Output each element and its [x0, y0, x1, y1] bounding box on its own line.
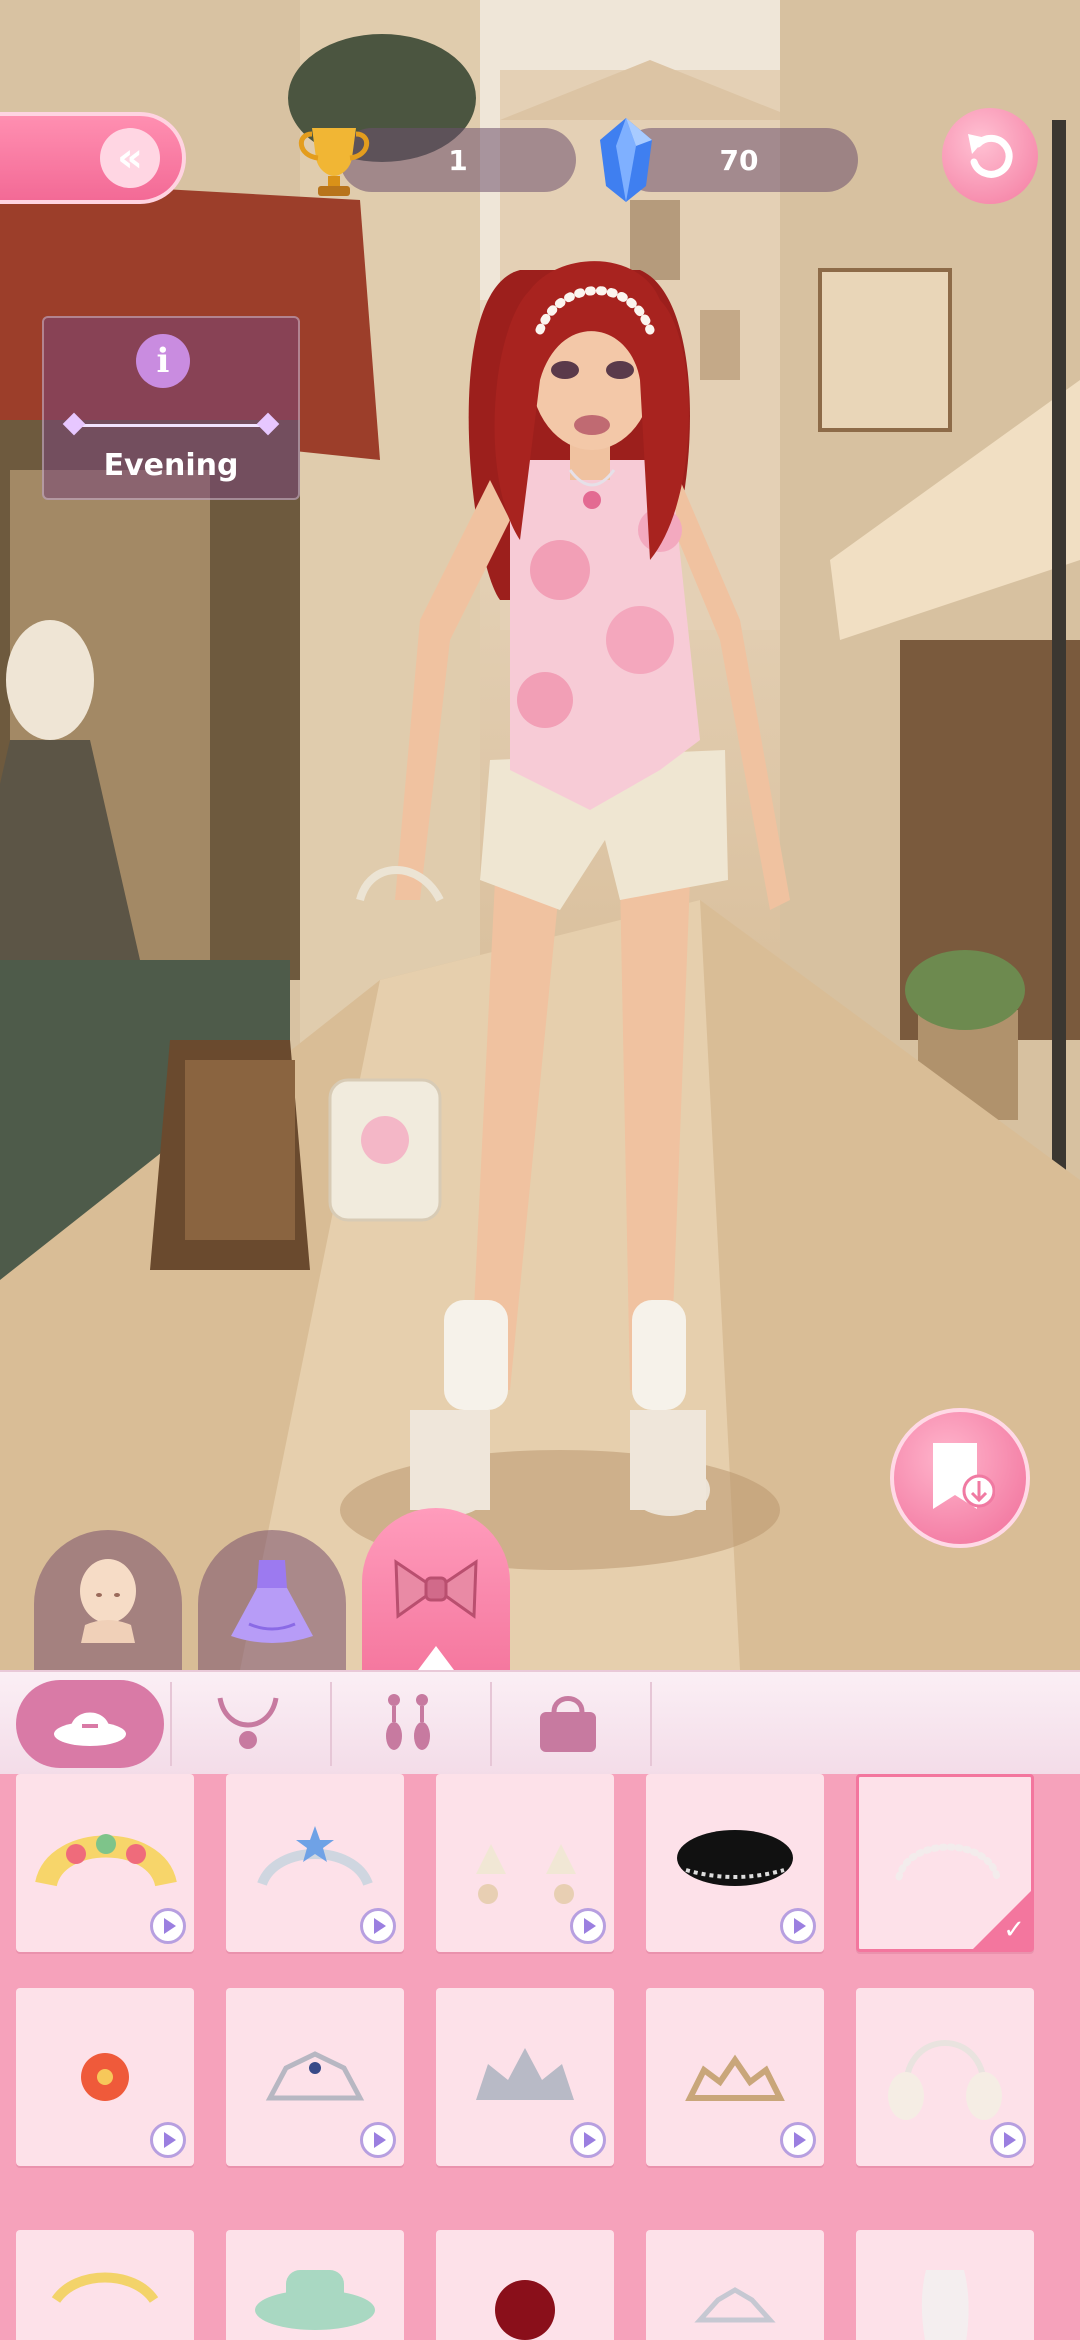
subtab-divider [330, 1682, 332, 1766]
mint-hat-icon [255, 2270, 375, 2330]
subcategory-bar [0, 1670, 1080, 1776]
subtab-divider [170, 1682, 172, 1766]
head-icon [80, 1559, 136, 1643]
subtab-divider [490, 1682, 492, 1766]
game-scene [0, 0, 1080, 1670]
item-starfish-tiara[interactable] [226, 1774, 404, 1952]
refresh-icon [968, 134, 1013, 178]
back-button[interactable]: « [0, 112, 186, 204]
subtab-earrings[interactable] [334, 1680, 482, 1768]
watch-ad-play-icon [150, 2122, 186, 2158]
subtab-divider [650, 1682, 652, 1766]
refresh-button[interactable] [942, 108, 1038, 204]
watch-ad-play-icon [780, 1908, 816, 1944]
trophy-count: 1 [448, 143, 468, 177]
veil-icon [921, 2270, 969, 2340]
yellow-bow-headband-icon [51, 2272, 159, 2304]
category-tab-accessories[interactable] [362, 1508, 510, 1670]
bow-icon [394, 1559, 478, 1619]
dress-icon [231, 1560, 313, 1643]
subtab-bags[interactable] [494, 1680, 642, 1768]
item-earmuffs[interactable] [856, 1988, 1034, 2166]
check-icon: ✓ [1003, 1915, 1025, 1945]
watch-ad-play-icon [990, 2122, 1026, 2158]
street-background [0, 0, 1080, 1670]
item-jeweled-tiara[interactable] [226, 1988, 404, 2166]
silver-tiara-icon [694, 2287, 776, 2323]
watch-ad-play-icon [360, 2122, 396, 2158]
item-seashell-clips[interactable] [436, 1774, 614, 1952]
item-hibiscus-flower[interactable] [16, 1988, 194, 2166]
gem-count: 70 [719, 143, 759, 177]
time-of-day-label: Evening [103, 448, 239, 483]
handbag-icon [540, 1696, 596, 1752]
watch-ad-play-icon [570, 2122, 606, 2158]
item-silver-tiara[interactable] [646, 2230, 824, 2340]
active-tab-pointer [418, 1646, 454, 1670]
time-slider-start-handle[interactable] [62, 412, 86, 436]
item-yellow-bow-headband[interactable] [16, 2230, 194, 2340]
time-of-day-card[interactable]: i Evening [42, 316, 300, 500]
item-grid: ✓ [0, 1774, 1080, 2340]
bookmark-download-icon [933, 1443, 995, 1509]
save-outfit-button[interactable] [890, 1408, 1030, 1548]
item-pearl-headband[interactable]: ✓ [856, 1774, 1034, 1952]
hat-icon [54, 1712, 126, 1746]
time-slider-track [70, 424, 270, 427]
watch-ad-play-icon [570, 1908, 606, 1944]
item-black-beret[interactable] [646, 1774, 824, 1952]
category-tab-body[interactable] [34, 1530, 182, 1670]
item-mint-hat[interactable] [226, 2230, 404, 2340]
subtab-necklaces[interactable] [174, 1680, 322, 1768]
item-red-rose[interactable] [436, 2230, 614, 2340]
time-slider-end-handle[interactable] [256, 412, 280, 436]
blue-gem-icon [600, 118, 652, 202]
item-silver-crown[interactable] [436, 1988, 614, 2166]
info-icon[interactable]: i [136, 334, 190, 388]
watch-ad-play-icon [150, 1908, 186, 1944]
watch-ad-play-icon [360, 1908, 396, 1944]
trophy-icon [299, 128, 369, 196]
earrings-icon [386, 1694, 430, 1750]
subtab-hats[interactable] [16, 1680, 164, 1768]
item-floral-headband[interactable] [16, 1774, 194, 1952]
category-tab-clothes[interactable] [198, 1530, 346, 1670]
watch-ad-play-icon [780, 2122, 816, 2158]
item-gold-tiara[interactable] [646, 1988, 824, 2166]
item-veil[interactable] [856, 2230, 1034, 2340]
double-chevron-left-icon: « [100, 128, 160, 188]
necklace-icon [217, 1697, 279, 1749]
red-rose-icon [495, 2280, 555, 2340]
